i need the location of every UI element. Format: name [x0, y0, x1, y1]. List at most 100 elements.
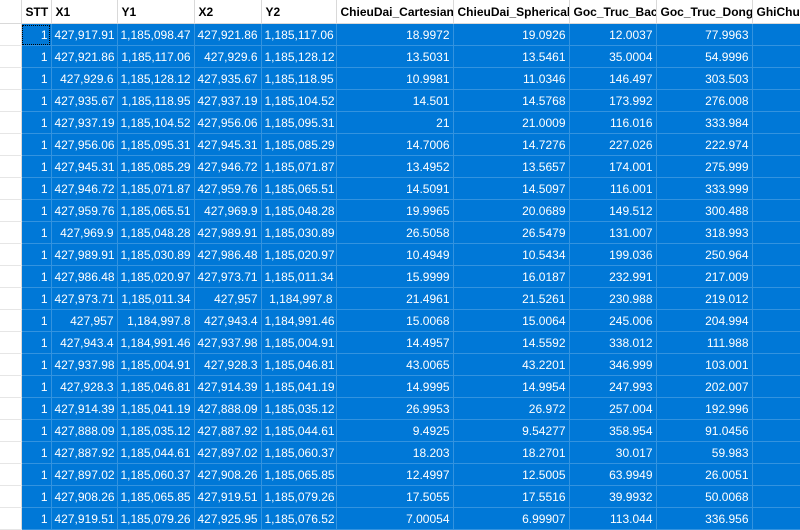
cell-goc-truc-bac[interactable]: 12.0037 — [569, 23, 657, 46]
cell-y2[interactable]: 1,185,065.85 — [261, 463, 337, 486]
cell-goc-truc-dong[interactable]: 192.996 — [656, 397, 753, 420]
table-row[interactable]: 1 427,887.92 1,185,044.61 427,897.02 1,185,0… — [0, 441, 800, 464]
cell-y2[interactable]: 1,185,020.97 — [261, 243, 337, 266]
cell-stt[interactable]: 1 — [21, 265, 52, 288]
cell-chieudai-spherical[interactable]: 9.54277 — [453, 419, 570, 442]
cell-x1[interactable]: 427,969.9 — [51, 221, 118, 244]
cell-x1[interactable]: 427,935.67 — [51, 89, 118, 112]
cell-y1[interactable]: 1,185,030.89 — [117, 243, 195, 266]
cell-goc-truc-bac[interactable]: 63.9949 — [569, 463, 657, 486]
cell-goc-truc-dong[interactable]: 111.988 — [656, 331, 753, 354]
cell-y1[interactable]: 1,185,065.51 — [117, 199, 195, 222]
table-row[interactable]: 1 427,888.09 1,185,035.12 427,887.92 1,185,0… — [0, 419, 800, 442]
row-header[interactable] — [0, 133, 22, 156]
cell-goc-truc-dong[interactable]: 54.9996 — [656, 45, 753, 68]
table-row[interactable]: 1 427,973.71 1,185,011.34 427,957 1,184,997.… — [0, 287, 800, 310]
cell-chieudai-cartesian[interactable]: 19.9965 — [336, 199, 454, 222]
cell-y1[interactable]: 1,185,117.06 — [117, 45, 195, 68]
cell-goc-truc-dong[interactable]: 202.007 — [656, 375, 753, 398]
column-header-x2[interactable]: X2 — [194, 0, 262, 24]
cell-goc-truc-bac[interactable]: 146.497 — [569, 67, 657, 90]
cell-chieudai-cartesian[interactable]: 7.00054 — [336, 507, 454, 530]
cell-chieudai-cartesian[interactable]: 43.0065 — [336, 353, 454, 376]
cell-ghichu[interactable] — [752, 375, 800, 398]
cell-goc-truc-bac[interactable]: 35.0004 — [569, 45, 657, 68]
cell-y2[interactable]: 1,185,048.28 — [261, 199, 337, 222]
cell-y1[interactable]: 1,185,095.31 — [117, 133, 195, 156]
cell-x2[interactable]: 427,929.6 — [194, 45, 262, 68]
cell-stt[interactable]: 1 — [21, 507, 52, 530]
cell-goc-truc-dong[interactable]: 103.001 — [656, 353, 753, 376]
cell-ghichu[interactable] — [752, 287, 800, 310]
data-grid-view[interactable]: STT X1 Y1 X2 Y2 ChieuDai_Cartesian ChieuDai_Sp… — [0, 0, 800, 530]
row-header[interactable] — [0, 375, 22, 398]
cell-chieudai-cartesian[interactable]: 17.5055 — [336, 485, 454, 508]
cell-y1[interactable]: 1,185,035.12 — [117, 419, 195, 442]
cell-stt[interactable]: 1 — [21, 485, 52, 508]
cell-chieudai-spherical[interactable]: 16.0187 — [453, 265, 570, 288]
cell-chieudai-cartesian[interactable]: 15.0068 — [336, 309, 454, 332]
cell-x2[interactable]: 427,888.09 — [194, 397, 262, 420]
cell-y2[interactable]: 1,185,117.06 — [261, 23, 337, 46]
cell-x1[interactable]: 427,945.31 — [51, 155, 118, 178]
cell-chieudai-spherical[interactable]: 13.5657 — [453, 155, 570, 178]
cell-x1[interactable]: 427,897.02 — [51, 463, 118, 486]
cell-y1[interactable]: 1,185,011.34 — [117, 287, 195, 310]
cell-goc-truc-dong[interactable]: 318.993 — [656, 221, 753, 244]
cell-stt[interactable]: 1 — [21, 375, 52, 398]
cell-y1[interactable]: 1,185,060.37 — [117, 463, 195, 486]
cell-goc-truc-bac[interactable]: 338.012 — [569, 331, 657, 354]
row-header[interactable] — [0, 507, 22, 530]
cell-chieudai-cartesian[interactable]: 15.9999 — [336, 265, 454, 288]
cell-y2[interactable]: 1,185,076.52 — [261, 507, 337, 530]
cell-chieudai-cartesian[interactable]: 21.4961 — [336, 287, 454, 310]
row-header[interactable] — [0, 463, 22, 486]
cell-goc-truc-bac[interactable]: 30.017 — [569, 441, 657, 464]
cell-ghichu[interactable] — [752, 133, 800, 156]
cell-x2[interactable]: 427,919.51 — [194, 485, 262, 508]
cell-x2[interactable]: 427,973.71 — [194, 265, 262, 288]
cell-ghichu[interactable] — [752, 485, 800, 508]
column-header-y2[interactable]: Y2 — [261, 0, 337, 24]
cell-goc-truc-dong[interactable]: 91.0456 — [656, 419, 753, 442]
cell-y2[interactable]: 1,185,079.26 — [261, 485, 337, 508]
cell-y2[interactable]: 1,185,071.87 — [261, 155, 337, 178]
cell-chieudai-cartesian[interactable]: 26.9953 — [336, 397, 454, 420]
cell-ghichu[interactable] — [752, 331, 800, 354]
table-row[interactable]: 1 427,914.39 1,185,041.19 427,888.09 1,185,0… — [0, 397, 800, 420]
cell-ghichu[interactable] — [752, 353, 800, 376]
cell-ghichu[interactable] — [752, 397, 800, 420]
cell-stt[interactable]: 1 — [21, 441, 52, 464]
cell-y2[interactable]: 1,185,011.34 — [261, 265, 337, 288]
cell-x1[interactable]: 427,959.76 — [51, 199, 118, 222]
cell-goc-truc-bac[interactable]: 116.001 — [569, 177, 657, 200]
cell-goc-truc-bac[interactable]: 199.036 — [569, 243, 657, 266]
row-header[interactable] — [0, 485, 22, 508]
cell-x1[interactable]: 427,914.39 — [51, 397, 118, 420]
cell-x2[interactable]: 427,946.72 — [194, 155, 262, 178]
row-header[interactable] — [0, 199, 22, 222]
cell-ghichu[interactable] — [752, 419, 800, 442]
cell-y1[interactable]: 1,185,071.87 — [117, 177, 195, 200]
cell-chieudai-cartesian[interactable]: 21 — [336, 111, 454, 134]
cell-y1[interactable]: 1,185,048.28 — [117, 221, 195, 244]
cell-x2[interactable]: 427,957 — [194, 287, 262, 310]
cell-x2[interactable]: 427,908.26 — [194, 463, 262, 486]
cell-chieudai-spherical[interactable]: 15.0064 — [453, 309, 570, 332]
cell-stt[interactable]: 1 — [21, 397, 52, 420]
row-header[interactable] — [0, 45, 22, 68]
cell-y2[interactable]: 1,185,030.89 — [261, 221, 337, 244]
table-row[interactable]: 1 427,937.19 1,185,104.52 427,956.06 1,185,0… — [0, 111, 800, 134]
cell-x2[interactable]: 427,921.86 — [194, 23, 262, 46]
cell-ghichu[interactable] — [752, 463, 800, 486]
column-header-y1[interactable]: Y1 — [117, 0, 195, 24]
cell-x1[interactable]: 427,937.98 — [51, 353, 118, 376]
cell-chieudai-cartesian[interactable]: 13.5031 — [336, 45, 454, 68]
cell-y2[interactable]: 1,185,060.37 — [261, 441, 337, 464]
cell-goc-truc-bac[interactable]: 358.954 — [569, 419, 657, 442]
cell-ghichu[interactable] — [752, 45, 800, 68]
cell-stt[interactable]: 1 — [21, 89, 52, 112]
table-row[interactable]: 1 427,986.48 1,185,020.97 427,973.71 1,185,0… — [0, 265, 800, 288]
cell-y2[interactable]: 1,185,065.51 — [261, 177, 337, 200]
cell-x2[interactable]: 427,937.98 — [194, 331, 262, 354]
